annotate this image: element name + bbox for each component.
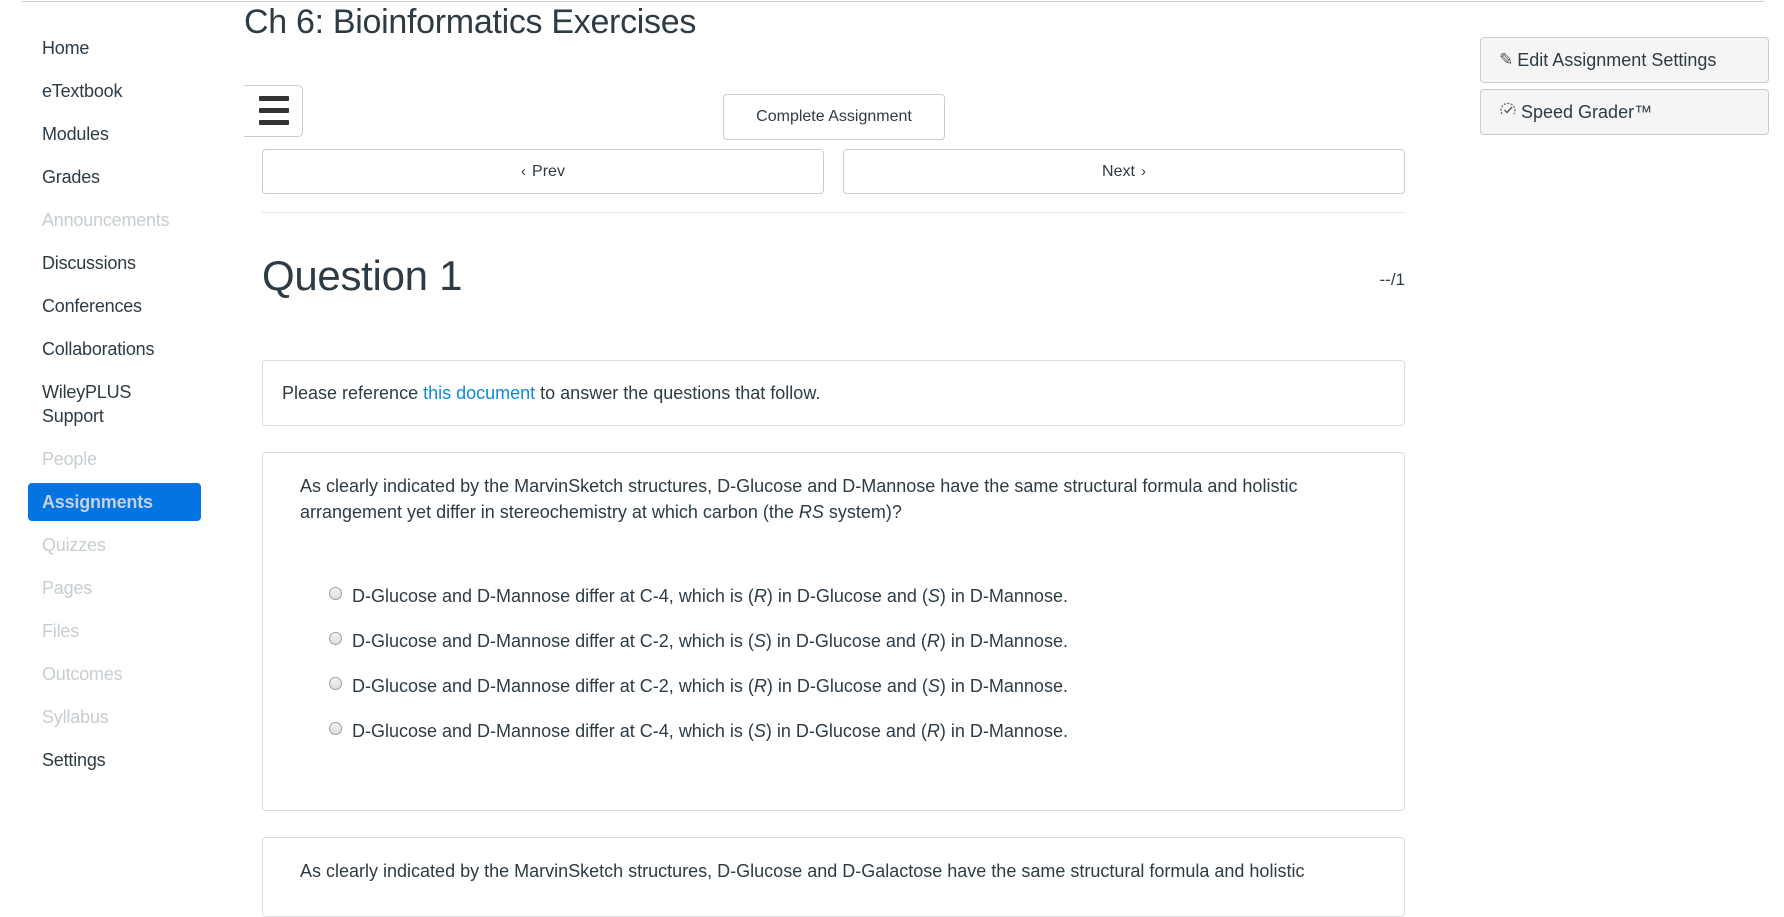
- prev-label: Prev: [532, 162, 565, 180]
- prompt-text-end: system)?: [823, 502, 902, 522]
- sidebar-item-quizzes[interactable]: Quizzes: [28, 533, 201, 557]
- next-question-card: As clearly indicated by the MarvinSketch…: [262, 837, 1405, 917]
- sidebar-item-people[interactable]: People: [28, 447, 201, 471]
- divider: [262, 212, 1405, 213]
- question-title: Question 1: [262, 252, 463, 299]
- complete-assignment-button[interactable]: Complete Assignment: [723, 94, 945, 140]
- radio-button[interactable]: [329, 677, 342, 690]
- answer-option[interactable]: D-Glucose and D-Mannose differ at C-2, w…: [329, 664, 1068, 709]
- question-points: --/1: [1379, 270, 1406, 289]
- sidebar-item-pages[interactable]: Pages: [28, 576, 201, 600]
- answer-text: D-Glucose and D-Mannose differ at C-2, w…: [352, 631, 1068, 651]
- sidebar-item-files[interactable]: Files: [28, 619, 201, 643]
- sidebar-item-syllabus[interactable]: Syllabus: [28, 705, 201, 729]
- sidebar-item-modules[interactable]: Modules: [28, 122, 201, 146]
- speed-grader-button[interactable]: Speed Grader™: [1480, 89, 1769, 135]
- sidebar-item-wileyplus-support[interactable]: WileyPLUS Support: [28, 380, 148, 428]
- sidebar-item-collaborations[interactable]: Collaborations: [28, 337, 201, 361]
- reference-text-before: Please reference: [282, 382, 424, 403]
- question-card: As clearly indicated by the MarvinSketch…: [262, 452, 1405, 811]
- chevron-left-icon: ‹: [521, 163, 527, 180]
- menu-toggle-button[interactable]: [244, 85, 303, 137]
- reference-text-after: to answer the questions that follow.: [535, 382, 821, 403]
- pencil-icon: ✎: [1499, 50, 1514, 69]
- sidebar-item-settings[interactable]: Settings: [28, 748, 201, 772]
- reference-box: Please reference this document to answer…: [262, 360, 1405, 426]
- speed-grader-label: Speed Grader™: [1521, 101, 1653, 122]
- next-button[interactable]: Next ›: [843, 149, 1405, 194]
- answer-text: D-Glucose and D-Mannose differ at C-2, w…: [352, 676, 1068, 696]
- answer-option[interactable]: D-Glucose and D-Mannose differ at C-4, w…: [329, 709, 1068, 754]
- hamburger-icon-bar: [259, 108, 289, 113]
- radio-button[interactable]: [329, 722, 342, 735]
- next-label: Next: [1102, 162, 1135, 180]
- answer-option[interactable]: D-Glucose and D-Mannose differ at C-2, w…: [329, 619, 1068, 664]
- answer-text: D-Glucose and D-Mannose differ at C-4, w…: [352, 721, 1068, 741]
- next-question-prompt: As clearly indicated by the MarvinSketch…: [300, 861, 1305, 881]
- answer-option[interactable]: D-Glucose and D-Mannose differ at C-4, w…: [329, 574, 1068, 619]
- question-prompt: As clearly indicated by the MarvinSketch…: [300, 473, 1360, 525]
- sidebar-item-grades[interactable]: Grades: [28, 165, 201, 189]
- sidebar-item-conferences[interactable]: Conferences: [28, 294, 201, 318]
- answer-text: D-Glucose and D-Mannose differ at C-4, w…: [352, 586, 1068, 606]
- sidebar-item-etextbook[interactable]: eTextbook: [28, 79, 201, 103]
- prev-button[interactable]: ‹ Prev: [262, 149, 824, 194]
- sidebar-item-discussions[interactable]: Discussions: [28, 251, 201, 275]
- document-link[interactable]: this document: [423, 383, 535, 403]
- radio-button[interactable]: [329, 587, 342, 600]
- chevron-right-icon: ›: [1140, 163, 1146, 180]
- radio-button[interactable]: [329, 632, 342, 645]
- course-navigation: Home eTextbook Modules Grades Announceme…: [28, 36, 201, 791]
- edit-assignment-settings-label: Edit Assignment Settings: [1517, 49, 1717, 70]
- hamburger-icon-bar: [259, 120, 289, 125]
- answer-list: D-Glucose and D-Mannose differ at C-4, w…: [329, 574, 1068, 754]
- sidebar-item-announcements[interactable]: Announcements: [28, 208, 201, 232]
- speed-grader-icon: [1499, 102, 1517, 123]
- prompt-italic: RS: [798, 502, 824, 522]
- hamburger-icon: [259, 96, 289, 101]
- sidebar-item-assignments[interactable]: Assignments: [28, 483, 201, 521]
- sidebar-item-home[interactable]: Home: [28, 36, 201, 60]
- page-title: Ch 6: Bioinformatics Exercises: [244, 3, 697, 41]
- edit-assignment-settings-button[interactable]: ✎ Edit Assignment Settings: [1480, 37, 1769, 83]
- sidebar-item-outcomes[interactable]: Outcomes: [28, 662, 201, 686]
